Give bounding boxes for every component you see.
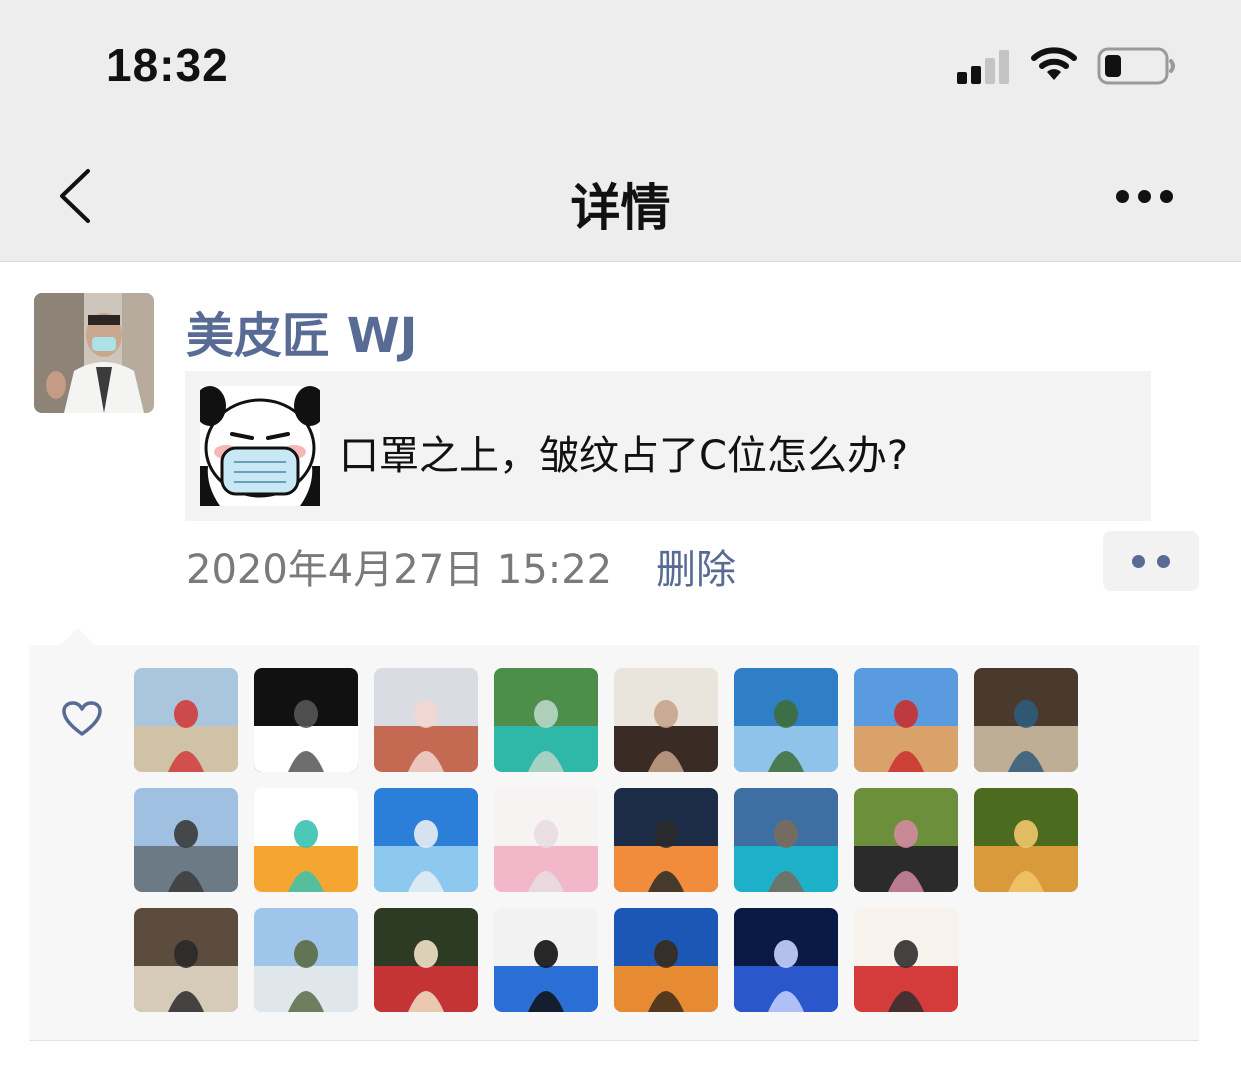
- wifi-icon: [1031, 47, 1077, 80]
- heart-icon: [62, 701, 102, 736]
- likes-pointer: [60, 628, 96, 646]
- avatar-photo: [614, 668, 718, 772]
- delete-link[interactable]: 删除: [656, 537, 736, 595]
- liker-avatar[interactable]: [254, 668, 358, 772]
- avatar-photo: [974, 668, 1078, 772]
- avatar-photo: [494, 788, 598, 892]
- liker-avatar[interactable]: [494, 788, 598, 892]
- liker-avatar[interactable]: [254, 788, 358, 892]
- shared-article-card[interactable]: 口罩之上，皱纹占了C位怎么办?: [185, 371, 1151, 521]
- article-thumbnail: [200, 386, 320, 506]
- avatar-photo: [134, 668, 238, 772]
- liker-avatar[interactable]: [854, 908, 958, 1012]
- avatar-photo: [734, 908, 838, 1012]
- liker-avatar[interactable]: [854, 668, 958, 772]
- avatar-photo: [134, 908, 238, 1012]
- avatar-photo: [374, 668, 478, 772]
- divider: [29, 1040, 1199, 1041]
- liker-avatar[interactable]: [974, 788, 1078, 892]
- cellular-signal-icon: [955, 48, 1015, 84]
- avatar-photo: [34, 293, 154, 413]
- liker-avatar[interactable]: [734, 788, 838, 892]
- avatar-photo: [734, 788, 838, 892]
- author-name[interactable]: 美皮匠 WJ: [186, 296, 418, 366]
- liker-avatar[interactable]: [494, 668, 598, 772]
- avatar-photo: [254, 668, 358, 772]
- avatar-photo: [494, 908, 598, 1012]
- battery-icon: [1097, 47, 1175, 85]
- avatar-photo: [374, 788, 478, 892]
- avatar-photo: [854, 668, 958, 772]
- liker-avatar[interactable]: [254, 908, 358, 1012]
- avatar-photo: [974, 788, 1078, 892]
- liker-avatar[interactable]: [374, 788, 478, 892]
- likes-panel: [29, 645, 1199, 1040]
- page-title: 详情: [570, 179, 671, 237]
- comment-like-menu-button[interactable]: [1103, 531, 1199, 591]
- liker-avatar[interactable]: [134, 668, 238, 772]
- liker-avatar[interactable]: [974, 668, 1078, 772]
- status-time: 18:32: [106, 39, 229, 91]
- more-options-icon[interactable]: [1112, 186, 1176, 208]
- avatar-photo: [254, 788, 358, 892]
- avatar-photo: [614, 908, 718, 1012]
- liker-avatar[interactable]: [734, 668, 838, 772]
- avatar-photo: [374, 908, 478, 1012]
- liker-avatar[interactable]: [614, 668, 718, 772]
- panda-mask-emoji: [200, 386, 320, 506]
- liker-avatar[interactable]: [854, 788, 958, 892]
- avatar-photo: [614, 788, 718, 892]
- liker-avatar[interactable]: [134, 788, 238, 892]
- avatar-photo: [494, 668, 598, 772]
- author-avatar[interactable]: [34, 293, 154, 413]
- avatar-photo: [134, 788, 238, 892]
- avatar-photo: [854, 788, 958, 892]
- post-timestamp: 2020年4月27日 15:22: [186, 547, 613, 593]
- liker-avatar[interactable]: [614, 908, 718, 1012]
- liker-avatar[interactable]: [134, 908, 238, 1012]
- article-title: 口罩之上，皱纹占了C位怎么办?: [339, 433, 909, 479]
- liker-avatar[interactable]: [734, 908, 838, 1012]
- liker-avatar[interactable]: [614, 788, 718, 892]
- avatar-photo: [854, 908, 958, 1012]
- liker-avatar[interactable]: [494, 908, 598, 1012]
- avatar-photo: [734, 668, 838, 772]
- avatar-photo: [254, 908, 358, 1012]
- header-bar: 18:32 详情: [0, 0, 1241, 262]
- liker-avatar[interactable]: [374, 908, 478, 1012]
- liker-avatar[interactable]: [374, 668, 478, 772]
